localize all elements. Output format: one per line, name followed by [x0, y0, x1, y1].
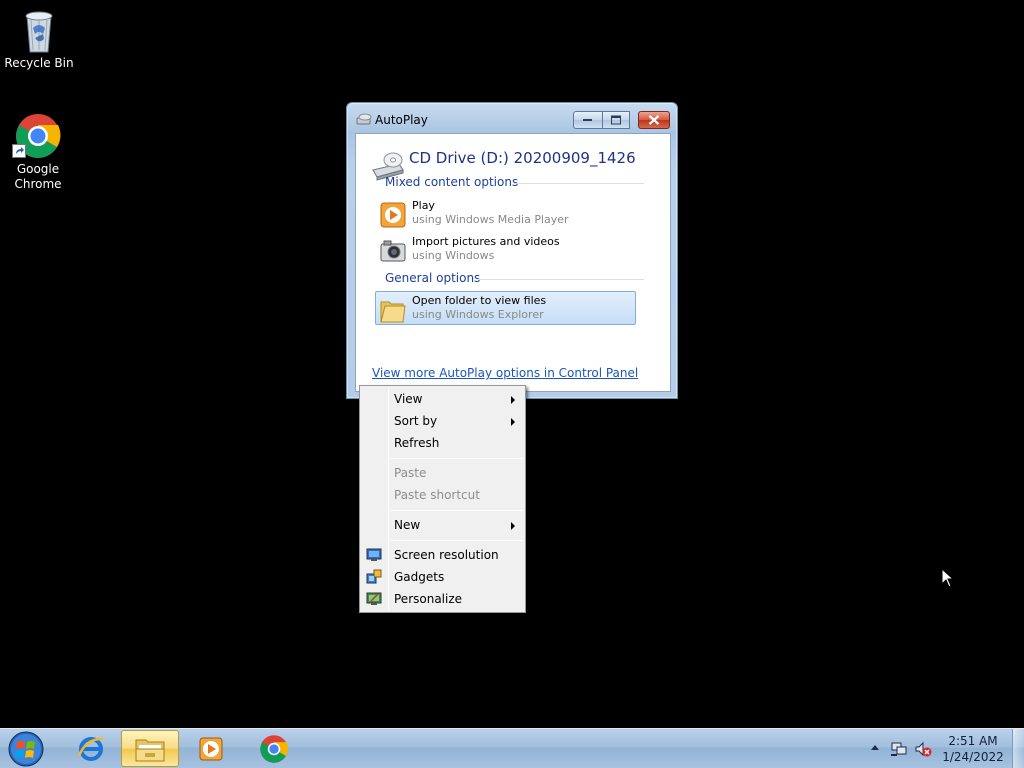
- window-title: AutoPlay: [375, 113, 428, 127]
- section-divider: [514, 183, 644, 184]
- desktop-icon-label: Google Chrome: [14, 162, 62, 191]
- option-label: Open folder to view files: [412, 294, 547, 307]
- menu-item-gadgets[interactable]: Gadgets: [362, 566, 523, 588]
- recycle-bin-icon: [15, 6, 63, 54]
- taskbar-windows-media-player[interactable]: [182, 730, 240, 767]
- desktop-icon-recycle-bin[interactable]: Recycle Bin: [1, 6, 77, 71]
- taskbar-windows-explorer[interactable]: [121, 730, 179, 767]
- start-button[interactable]: [6, 730, 46, 768]
- option-label: Play: [412, 199, 435, 212]
- menu-item-label: Sort by: [394, 414, 438, 428]
- taskbar-google-chrome[interactable]: [245, 730, 303, 767]
- option-open-folder[interactable]: Open folder to view files using Windows …: [375, 291, 636, 325]
- show-hidden-icons-button[interactable]: [871, 745, 879, 750]
- camera-icon: [380, 240, 406, 262]
- network-icon[interactable]: [890, 741, 908, 757]
- folder-icon: [380, 301, 406, 323]
- minimize-button[interactable]: [573, 111, 603, 129]
- autoplay-icon: [356, 113, 372, 125]
- menu-separator: [391, 458, 523, 459]
- taskbar: 2:51 AM 1/24/2022: [0, 728, 1024, 768]
- submenu-arrow-icon: [511, 522, 515, 530]
- submenu-arrow-icon: [511, 418, 515, 426]
- menu-item-label: Paste: [394, 466, 427, 480]
- option-label: Import pictures and videos: [412, 235, 560, 248]
- autoplay-window: AutoPlay CD Drive (D:) 20200909_1426 Mix…: [346, 102, 678, 399]
- minimize-icon: [583, 119, 592, 121]
- desktop-icon-label: Recycle Bin: [4, 56, 74, 70]
- control-panel-link[interactable]: View more AutoPlay options in Control Pa…: [372, 366, 638, 380]
- menu-item-new[interactable]: New: [362, 514, 523, 536]
- menu-item-label: View: [394, 392, 423, 406]
- desktop-icon-google-chrome[interactable]: Google Chrome: [0, 112, 76, 192]
- close-button[interactable]: [638, 111, 670, 129]
- media-player-icon: [199, 737, 223, 760]
- menu-item-personalize[interactable]: Personalize: [362, 588, 523, 610]
- menu-item-label: Refresh: [394, 436, 440, 450]
- maximize-icon: [611, 115, 621, 125]
- windows-logo-icon: [8, 731, 44, 767]
- option-import-pictures[interactable]: Import pictures and videos using Windows: [375, 232, 636, 266]
- taskbar-internet-explorer[interactable]: [62, 730, 120, 767]
- section-header-general: General options: [385, 271, 481, 285]
- autoplay-content: CD Drive (D:) 20200909_1426 Mixed conten…: [355, 133, 671, 392]
- folder-icon: [135, 739, 165, 761]
- option-sublabel: using Windows: [412, 249, 495, 262]
- menu-item-sort-by[interactable]: Sort by: [362, 410, 523, 432]
- chrome-icon: [260, 734, 289, 763]
- drive-title: CD Drive (D:) 20200909_1426: [409, 149, 636, 167]
- option-sublabel: using Windows Explorer: [412, 308, 544, 321]
- submenu-arrow-icon: [511, 396, 515, 404]
- clock-date: 1/24/2022: [942, 750, 1004, 764]
- personalize-icon: [366, 592, 382, 605]
- clock-time: 2:51 AM: [948, 734, 998, 748]
- desktop-context-menu: View Sort by Refresh Paste Paste shortcu…: [359, 385, 526, 613]
- menu-item-view[interactable]: View: [362, 388, 523, 410]
- title-bar[interactable]: AutoPlay: [347, 103, 677, 133]
- section-header-mixed: Mixed content options: [385, 175, 519, 189]
- menu-item-paste-shortcut[interactable]: Paste shortcut: [362, 484, 523, 506]
- menu-item-paste[interactable]: Paste: [362, 462, 523, 484]
- section-divider: [478, 279, 644, 280]
- volume-muted-icon[interactable]: [914, 741, 932, 757]
- menu-separator: [391, 540, 523, 541]
- chrome-icon: [12, 112, 62, 160]
- shortcut-arrow-icon: [12, 144, 26, 158]
- show-desktop-button[interactable]: [1012, 729, 1024, 768]
- menu-item-label: New: [394, 518, 421, 532]
- menu-item-refresh[interactable]: Refresh: [362, 432, 523, 454]
- menu-item-label: Personalize: [394, 592, 463, 606]
- close-icon: [648, 115, 660, 125]
- menu-item-screen-resolution[interactable]: Screen resolution: [362, 544, 523, 566]
- menu-item-label: Paste shortcut: [394, 488, 480, 502]
- menu-item-label: Screen resolution: [394, 548, 499, 562]
- gadgets-icon: [366, 569, 382, 584]
- mouse-cursor-icon: [941, 568, 955, 588]
- system-clock[interactable]: 2:51 AM 1/24/2022: [936, 733, 1010, 765]
- screen-resolution-icon: [366, 548, 382, 561]
- media-player-icon: [380, 202, 406, 228]
- option-play[interactable]: Play using Windows Media Player: [375, 196, 636, 230]
- option-sublabel: using Windows Media Player: [412, 213, 569, 226]
- maximize-button[interactable]: [603, 111, 630, 129]
- menu-item-label: Gadgets: [394, 570, 445, 584]
- menu-separator: [391, 510, 523, 511]
- internet-explorer-icon: [77, 736, 104, 761]
